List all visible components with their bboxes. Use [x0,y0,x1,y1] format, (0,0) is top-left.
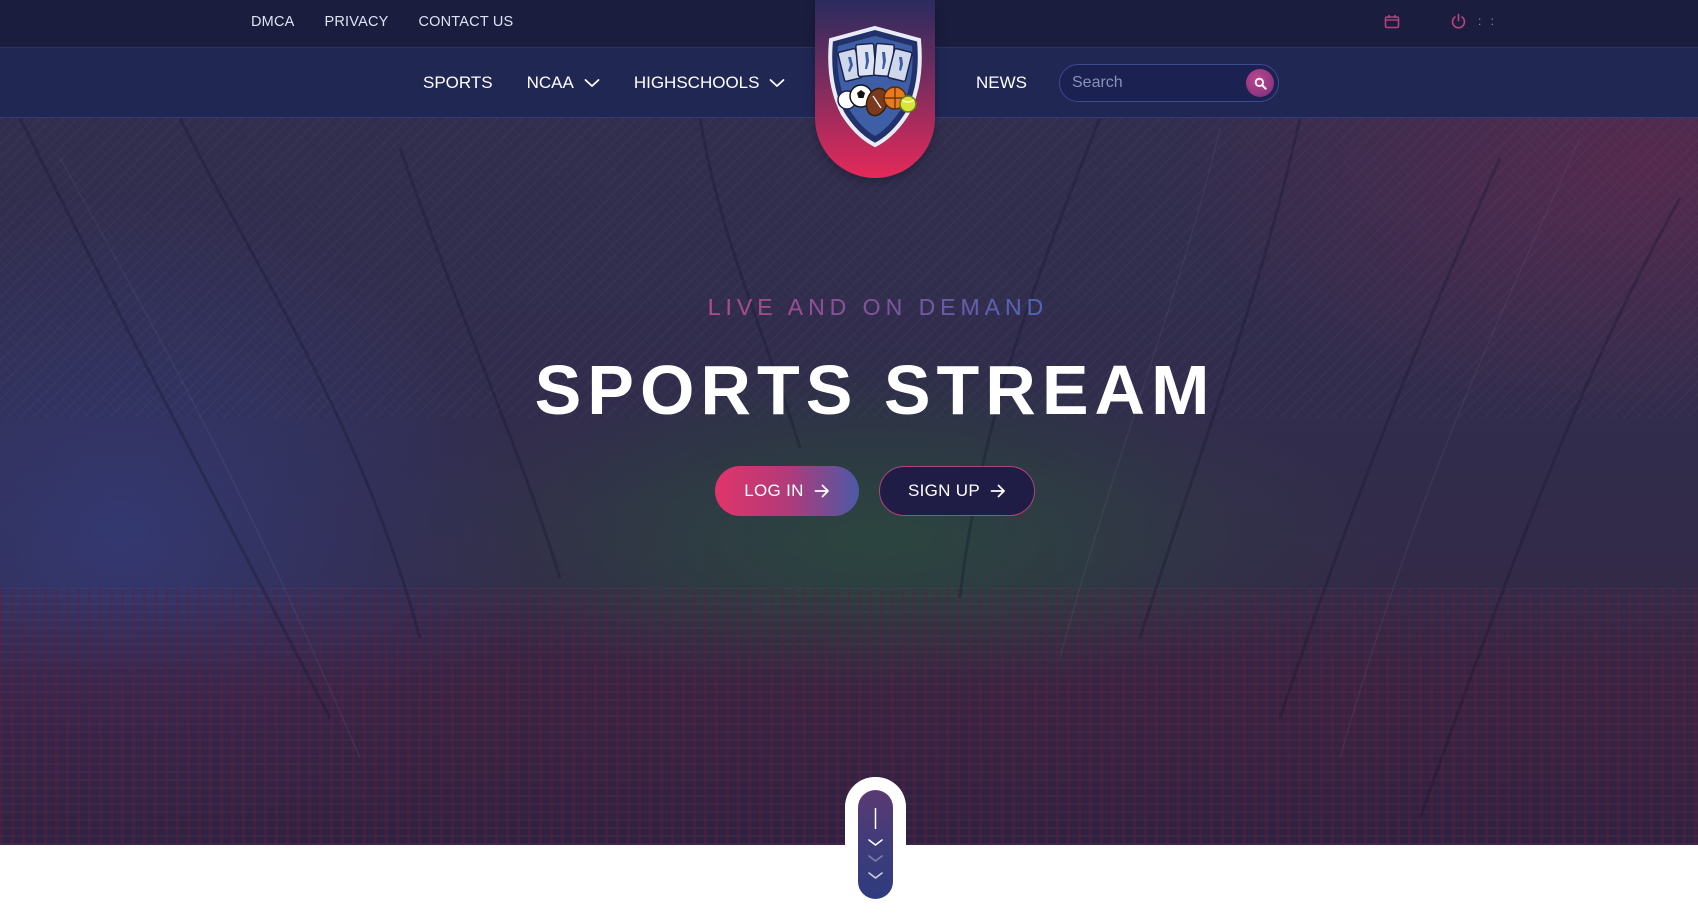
nav-menu: SPORTS NCAA HIGHSCHOOLS [423,48,785,118]
chevron-down-icon [584,79,600,87]
scroll-down-indicator[interactable] [845,777,906,903]
hero-section: LIVE AND ON DEMAND SPORTS STREAM LOG IN … [0,118,1698,845]
sports-shield-logo-icon [828,25,922,148]
search-button[interactable] [1246,69,1274,97]
site-logo[interactable] [815,0,935,178]
calendar-icon[interactable] [1382,11,1402,31]
top-icons: : : [1382,11,1497,31]
search-input[interactable] [1070,65,1240,100]
hero-buttons: LOG IN SIGN UP [715,466,1035,516]
contact-us-link[interactable]: CONTACT US [418,14,513,30]
scroll-pill [858,790,893,899]
signup-button[interactable]: SIGN UP [879,466,1035,516]
privacy-link[interactable]: PRIVACY [325,14,389,30]
nav-item-label: SPORTS [423,73,493,92]
nav-item-news[interactable]: NEWS [976,73,1027,93]
status-dots: : : [1478,14,1498,28]
arrow-right-icon [814,484,829,498]
scroll-down-arrows-icon [868,808,883,879]
hero-subtitle-text: LIVE AND ON DEMAND [707,294,1049,320]
dmca-link[interactable]: DMCA [251,14,295,30]
hero-subtitle: LIVE AND ON DEMAND [0,294,1698,321]
nav-item-sports[interactable]: SPORTS [423,73,493,93]
arrow-right-icon [990,484,1005,498]
nav-item-label: HIGHSCHOOLS [633,73,760,92]
login-button-label: LOG IN [744,481,804,500]
hero-title: SPORTS STREAM [534,351,1216,429]
nav-news-wrap: NEWS [976,48,1027,118]
signup-button-label: SIGN UP [907,481,980,500]
top-links: DMCA PRIVACY CONTACT US [251,0,513,44]
search-box [1059,64,1279,102]
nav-item-ncaa[interactable]: NCAA [527,73,600,93]
power-icon[interactable] [1448,11,1468,31]
nav-item-highschools[interactable]: HIGHSCHOOLS [634,73,786,93]
chevron-down-icon [770,79,785,87]
login-button[interactable]: LOG IN [715,466,859,516]
search-icon [1254,77,1267,90]
nav-item-label: NCAA [526,73,574,92]
